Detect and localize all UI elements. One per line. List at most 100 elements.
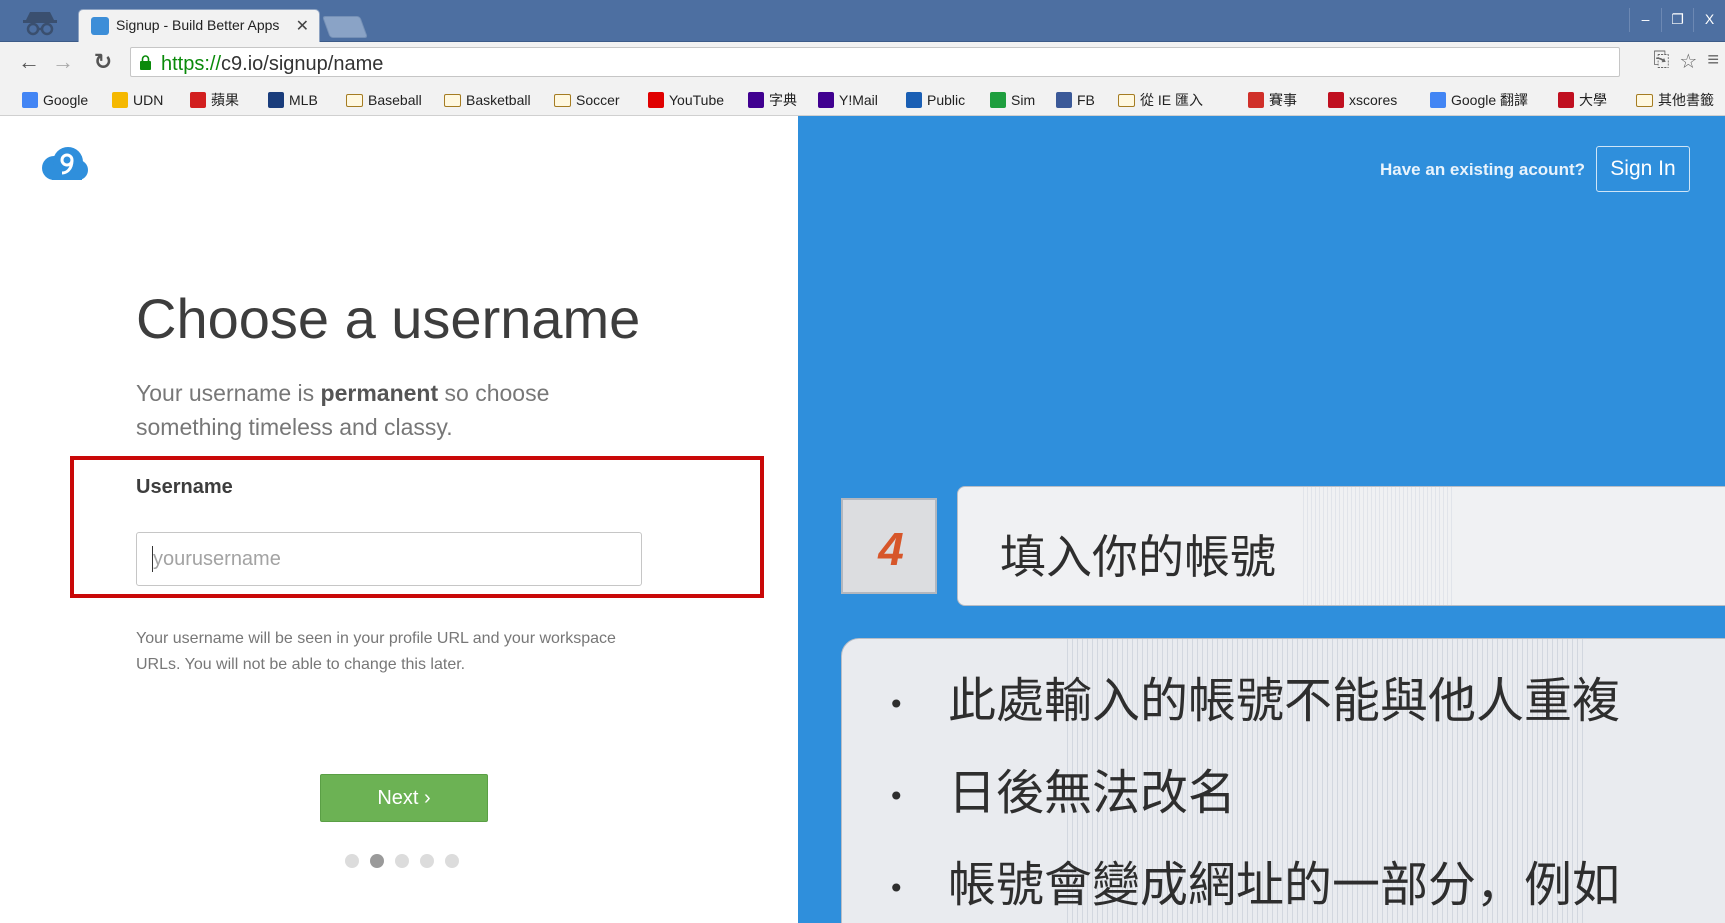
incognito-icon (23, 12, 57, 36)
back-arrow-icon[interactable]: ← (16, 49, 42, 75)
onedrive-icon (906, 92, 922, 108)
progress-dot (420, 854, 434, 868)
bookmark-label: 其他書籤 (1658, 92, 1714, 108)
tab-title: Signup - Build Better Apps (116, 17, 280, 33)
next-button[interactable]: Next › (320, 774, 488, 822)
restore-icon[interactable]: ❐ (1661, 8, 1693, 32)
bookmark-label: 賽事 (1269, 92, 1297, 108)
bookmark-label: Soccer (576, 92, 620, 108)
address-bar-actions: ⎘ ☆ ≡ (1653, 49, 1719, 74)
folder-icon (554, 93, 571, 107)
tab-signup[interactable]: Signup - Build Better Apps ✕ (78, 9, 320, 42)
bookmark-4[interactable]: MLB (268, 90, 318, 110)
username-input[interactable] (136, 532, 642, 586)
step-number: 4 (878, 523, 904, 575)
minimize-icon[interactable]: – (1629, 8, 1661, 32)
bookmark-label: 字典 (769, 92, 797, 108)
annotation-bullet: • 日後無法改名 (888, 765, 1237, 821)
progress-dot (445, 854, 459, 868)
bookmark-17[interactable]: Google 翻譯 (1430, 90, 1528, 110)
progress-dot (395, 854, 409, 868)
bookmark-label: 蘋果 (211, 92, 239, 108)
bookmark-13[interactable]: FB (1056, 90, 1095, 110)
sign-in-button[interactable]: Sign In (1596, 146, 1690, 192)
username-description: Your username is permanent so choose som… (136, 380, 550, 440)
bookmark-11[interactable]: Public (906, 90, 965, 110)
annotation-bullet: • 帳號會變成網址的一部分，例如 (888, 857, 1621, 913)
star-icon[interactable]: ☆ (1679, 49, 1697, 74)
bookmark-3[interactable]: 蘋果 (190, 90, 239, 110)
bookmark-14[interactable]: 從 IE 匯入 (1118, 90, 1203, 110)
annotation-title-card: 填入你的帳號 (957, 486, 1725, 606)
forward-arrow-icon[interactable]: → (50, 49, 76, 75)
bookmark-label: 從 IE 匯入 (1140, 92, 1204, 108)
bookmark-label: MLB (289, 92, 318, 108)
xscores-icon (1328, 92, 1344, 108)
apple-daily-icon (190, 92, 206, 108)
bookmark-2[interactable]: UDN (112, 90, 163, 110)
page-title: Choose a username (136, 287, 641, 350)
address-bar: ← → ↻ https://c9.io/signup/name ⎘ ☆ ≡ (0, 42, 1725, 82)
folder-icon (444, 93, 461, 107)
bookmark-label: Google 翻譯 (1451, 92, 1529, 108)
bookmark-8[interactable]: YouTube (648, 90, 724, 110)
translate-icon[interactable]: ⎘ (1653, 49, 1669, 74)
youtube-icon (648, 92, 664, 108)
university-icon (1558, 92, 1574, 108)
bookmark-9[interactable]: 字典 (748, 90, 797, 110)
bookmark-label: Basketball (466, 92, 531, 108)
udn-icon (112, 92, 128, 108)
close-tab-icon[interactable]: ✕ (296, 16, 309, 36)
bookmark-label: Y!Mail (839, 92, 878, 108)
reload-icon[interactable]: ↻ (90, 49, 116, 75)
url-field[interactable]: https://c9.io/signup/name (130, 47, 1620, 77)
annotation-title: 填入你的帳號 (1000, 530, 1276, 584)
folder-icon (1118, 93, 1135, 107)
bookmark-1[interactable]: Google (22, 90, 88, 110)
cloud9-favicon-icon (91, 17, 109, 35)
mlb-icon (268, 92, 284, 108)
score-icon (1248, 92, 1264, 108)
bookmark-label: YouTube (669, 92, 725, 108)
bookmarks-bar: Google UDN 蘋果 MLB Baseball Basketball Soccer Yo… (0, 82, 1725, 116)
bookmark-10[interactable]: Y!Mail (818, 90, 878, 110)
facebook-icon (1056, 92, 1072, 108)
progress-dot (345, 854, 359, 868)
bookmark-15[interactable]: 賽事 (1248, 90, 1297, 110)
step-number-badge: 4 (841, 498, 937, 594)
bookmark-16[interactable]: xscores (1328, 90, 1397, 110)
signup-form-pane: Choose a username Your username is perma… (0, 116, 798, 923)
bookmark-label: UDN (133, 92, 164, 108)
window-controls: – ❐ X (1629, 8, 1725, 32)
url-text: https://c9.io/signup/name (161, 53, 384, 75)
bookmark-5[interactable]: Baseball (346, 90, 422, 110)
menu-icon[interactable]: ≡ (1707, 49, 1719, 74)
folder-icon (1636, 93, 1653, 107)
bookmark-19[interactable]: 其他書籤 (1636, 90, 1714, 110)
bookmark-7[interactable]: Soccer (554, 90, 620, 110)
bookmark-12[interactable]: Sim (990, 90, 1035, 110)
bookmark-6[interactable]: Basketball (444, 90, 531, 110)
bookmark-label: Baseball (368, 92, 422, 108)
lock-icon (140, 55, 151, 70)
text-caret (152, 546, 153, 572)
bookmark-label: Google (43, 92, 89, 108)
bookmark-18[interactable]: 大學 (1558, 90, 1607, 110)
close-window-icon[interactable]: X (1693, 8, 1725, 32)
bookmark-label: 大學 (1579, 92, 1607, 108)
browser-chrome: Signup - Build Better Apps ✕ – ❐ X ← → ↻… (0, 0, 1725, 116)
annotation-bullets-card: • 此處輸入的帳號不能與他人重複 • 日後無法改名 • 帳號會變成網址的一部分，例如 (841, 638, 1725, 923)
bookmark-label: FB (1077, 92, 1095, 108)
yahoo-icon (748, 92, 764, 108)
google-icon (22, 92, 38, 108)
progress-dots (345, 854, 459, 868)
new-tab-button[interactable] (321, 16, 369, 38)
cloud9-logo-icon (42, 147, 88, 180)
tab-bar: Signup - Build Better Apps ✕ – ❐ X (0, 0, 1725, 42)
username-label: Username (136, 476, 233, 498)
bookmark-label: xscores (1349, 92, 1398, 108)
folder-icon (346, 93, 363, 107)
username-help-text: Your username will be seen in your profi… (136, 630, 616, 673)
sim-icon (990, 92, 1006, 108)
existing-account-text: Have an existing acount? (1380, 160, 1585, 179)
